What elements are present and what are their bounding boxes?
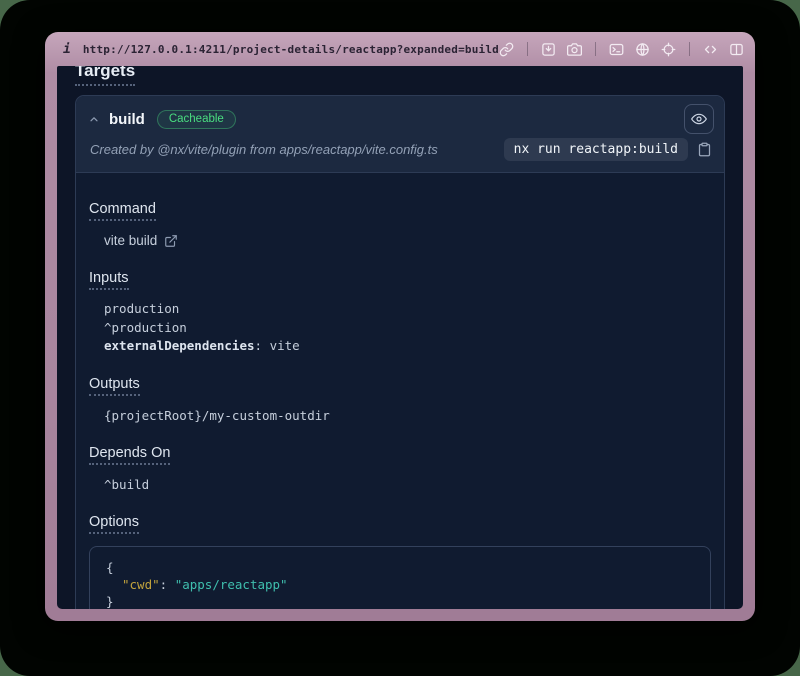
view-target-details-button[interactable] [684, 104, 714, 134]
build-title-row[interactable]: build Cacheable [76, 96, 724, 136]
outputs-section-heading: Outputs [89, 376, 711, 396]
build-meta-row: Created by @nx/vite/plugin from apps/rea… [76, 136, 724, 172]
build-card-body: Command vite build Inputs production ^pr… [76, 173, 724, 609]
link-icon[interactable] [499, 42, 514, 57]
json-line: } [106, 593, 694, 610]
input-item: production [104, 300, 711, 319]
copy-icon[interactable] [697, 142, 712, 157]
toolbar-separator [595, 42, 596, 56]
camera-icon[interactable] [567, 42, 582, 57]
depends-on-section-heading: Depends On [89, 445, 711, 465]
input-key: externalDependencies [104, 338, 255, 353]
project-details-page: Targets build Cacheable [57, 66, 743, 609]
toolbar-separator [527, 42, 528, 56]
info-icon: i [63, 42, 71, 57]
json-value: "apps/reactapp" [175, 577, 288, 592]
command-value-row: vite build [104, 231, 711, 250]
build-card-header: build Cacheable Created by @nx/vite/plug… [76, 96, 724, 172]
url-text: http://127.0.0.1:4211/project-details/re… [83, 43, 499, 56]
terminal-icon[interactable] [609, 42, 624, 57]
cacheable-badge: Cacheable [157, 110, 236, 129]
command-section-heading: Command [89, 201, 711, 221]
command-value: vite build [104, 231, 157, 250]
toolbar-separator [689, 42, 690, 56]
browser-window: i http://127.0.0.1:4211/project-details/… [45, 32, 755, 621]
code-icon[interactable] [703, 42, 718, 57]
options-json-block: { "cwd": "apps/reactapp" } [89, 546, 711, 610]
target-name: build [109, 111, 145, 128]
json-line: { [106, 559, 694, 576]
crosshair-icon[interactable] [661, 42, 676, 57]
targets-heading: Targets [75, 66, 725, 86]
run-command-chip: nx run reactapp:build [504, 138, 688, 161]
inputs-section-heading: Inputs [89, 270, 711, 290]
input-item-keyed: externalDependencies: vite [104, 337, 711, 356]
input-key-value: : vite [255, 338, 300, 353]
options-section-heading: Options [89, 514, 711, 534]
depends-on-item: ^build [104, 475, 711, 494]
download-icon[interactable] [541, 42, 556, 57]
output-item: {projectRoot}/my-custom-outdir [104, 406, 711, 425]
json-line: "cwd": "apps/reactapp" [106, 576, 694, 593]
columns-icon[interactable] [729, 42, 744, 57]
eye-icon [691, 111, 707, 127]
created-by-text: Created by @nx/vite/plugin from apps/rea… [90, 142, 438, 157]
input-item: ^production [104, 319, 711, 338]
target-card-build: build Cacheable Created by @nx/vite/plug… [75, 95, 725, 609]
globe-icon[interactable] [635, 42, 650, 57]
json-key: "cwd" [122, 577, 160, 592]
page-viewport: Targets build Cacheable [57, 66, 743, 609]
chevron-up-icon[interactable] [88, 113, 100, 125]
url-bar: i http://127.0.0.1:4211/project-details/… [45, 32, 755, 66]
external-link-icon[interactable] [164, 234, 178, 248]
titlebar-toolbar [499, 42, 744, 57]
